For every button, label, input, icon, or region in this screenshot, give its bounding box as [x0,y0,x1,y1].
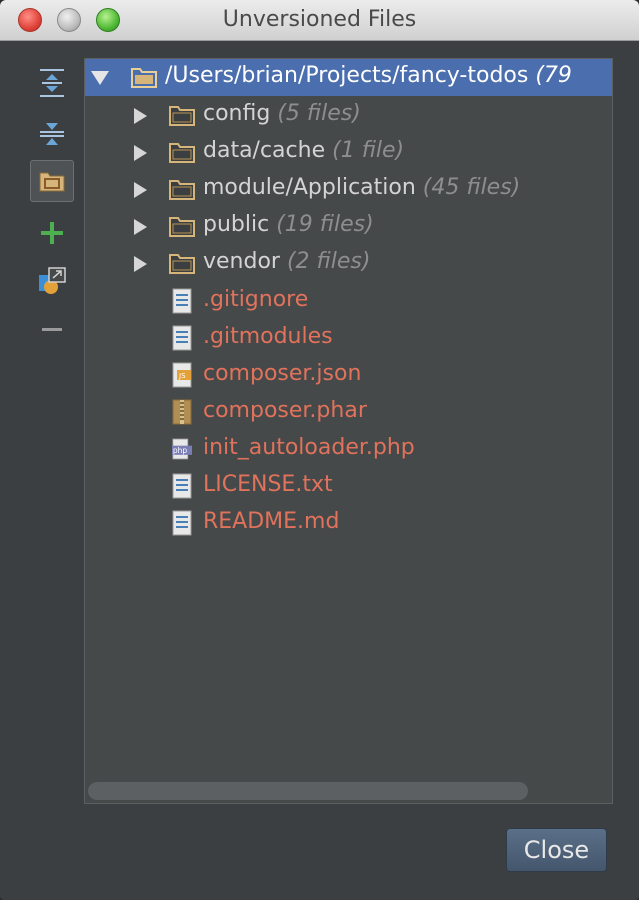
tree-file-row[interactable]: .gitignore [85,283,612,320]
file-label: .gitmodules [203,324,333,349]
horizontal-scrollbar[interactable] [88,782,528,800]
add-icon [41,222,63,244]
folder-icon [169,217,195,237]
move-to-changelist-icon [39,267,66,294]
folder-label: public (19 files) [203,212,374,237]
tree-folder-row[interactable]: module/Application (45 files) [85,171,612,208]
file-label: composer.json [203,361,362,386]
folder-icon [169,143,195,163]
expand-all-button[interactable] [30,62,74,104]
collapse-all-button[interactable] [30,112,74,154]
folder-icon [169,106,195,126]
expand-arrow-icon[interactable] [134,182,147,198]
tree-folder-row[interactable]: config (5 files) [85,97,612,134]
folder-icon [169,180,195,200]
text-file-icon [172,325,192,351]
file-label: .gitignore [203,287,309,312]
svg-text:php: php [173,446,188,455]
tree-file-row[interactable]: .gitmodules [85,320,612,357]
remove-button[interactable] [30,308,74,350]
close-button[interactable]: Close [506,828,607,872]
text-file-icon [172,288,192,314]
tree-file-row[interactable]: README.md [85,505,612,542]
tree-file-row[interactable]: composer.phar [85,394,612,431]
remove-icon [42,328,62,331]
expand-all-icon [40,69,64,97]
folder-icon [131,68,157,88]
tree-file-row[interactable]: php init_autoloader.php [85,431,612,468]
group-by-directory-button[interactable] [30,160,74,202]
text-file-icon [172,473,192,499]
collapse-all-icon [40,123,64,145]
file-label: init_autoloader.php [203,435,415,460]
archive-file-icon [172,399,192,425]
move-to-changelist-button[interactable] [30,260,74,302]
tree-file-row[interactable]: JS composer.json [85,357,612,394]
tree-root-row[interactable]: /Users/brian/Projects/fancy-todos (79 [85,59,612,96]
window-title: Unversioned Files [222,7,417,32]
svg-text:JS: JS [178,372,186,380]
collapse-arrow-icon[interactable] [91,71,109,85]
json-file-icon: JS [172,362,192,388]
file-label: README.md [203,509,340,534]
tree-folder-row[interactable]: data/cache (1 file) [85,134,612,171]
title-bar: Unversioned Files [0,0,639,41]
root-label: /Users/brian/Projects/fancy-todos (79 [165,63,572,88]
group-by-directory-icon [39,172,65,192]
unversioned-files-dialog: Unversioned Files /Users/brian/Projects/… [0,0,639,900]
file-label: LICENSE.txt [203,472,333,497]
php-file-icon: php [172,438,192,460]
file-tree[interactable]: /Users/brian/Projects/fancy-todos (79 co… [84,58,613,804]
expand-arrow-icon[interactable] [134,256,147,272]
text-file-icon [172,510,192,536]
tree-file-row[interactable]: LICENSE.txt [85,468,612,505]
expand-arrow-icon[interactable] [134,108,147,124]
folder-icon [169,254,195,274]
expand-arrow-icon[interactable] [134,145,147,161]
folder-label: config (5 files) [203,101,361,126]
expand-arrow-icon[interactable] [134,219,147,235]
folder-label: vendor (2 files) [203,249,371,274]
folder-label: module/Application (45 files) [203,175,521,200]
tree-folder-row[interactable]: public (19 files) [85,208,612,245]
tree-folder-row[interactable]: vendor (2 files) [85,245,612,282]
folder-label: data/cache (1 file) [203,138,405,163]
add-to-vcs-button[interactable] [30,212,74,254]
file-label: composer.phar [203,398,367,423]
